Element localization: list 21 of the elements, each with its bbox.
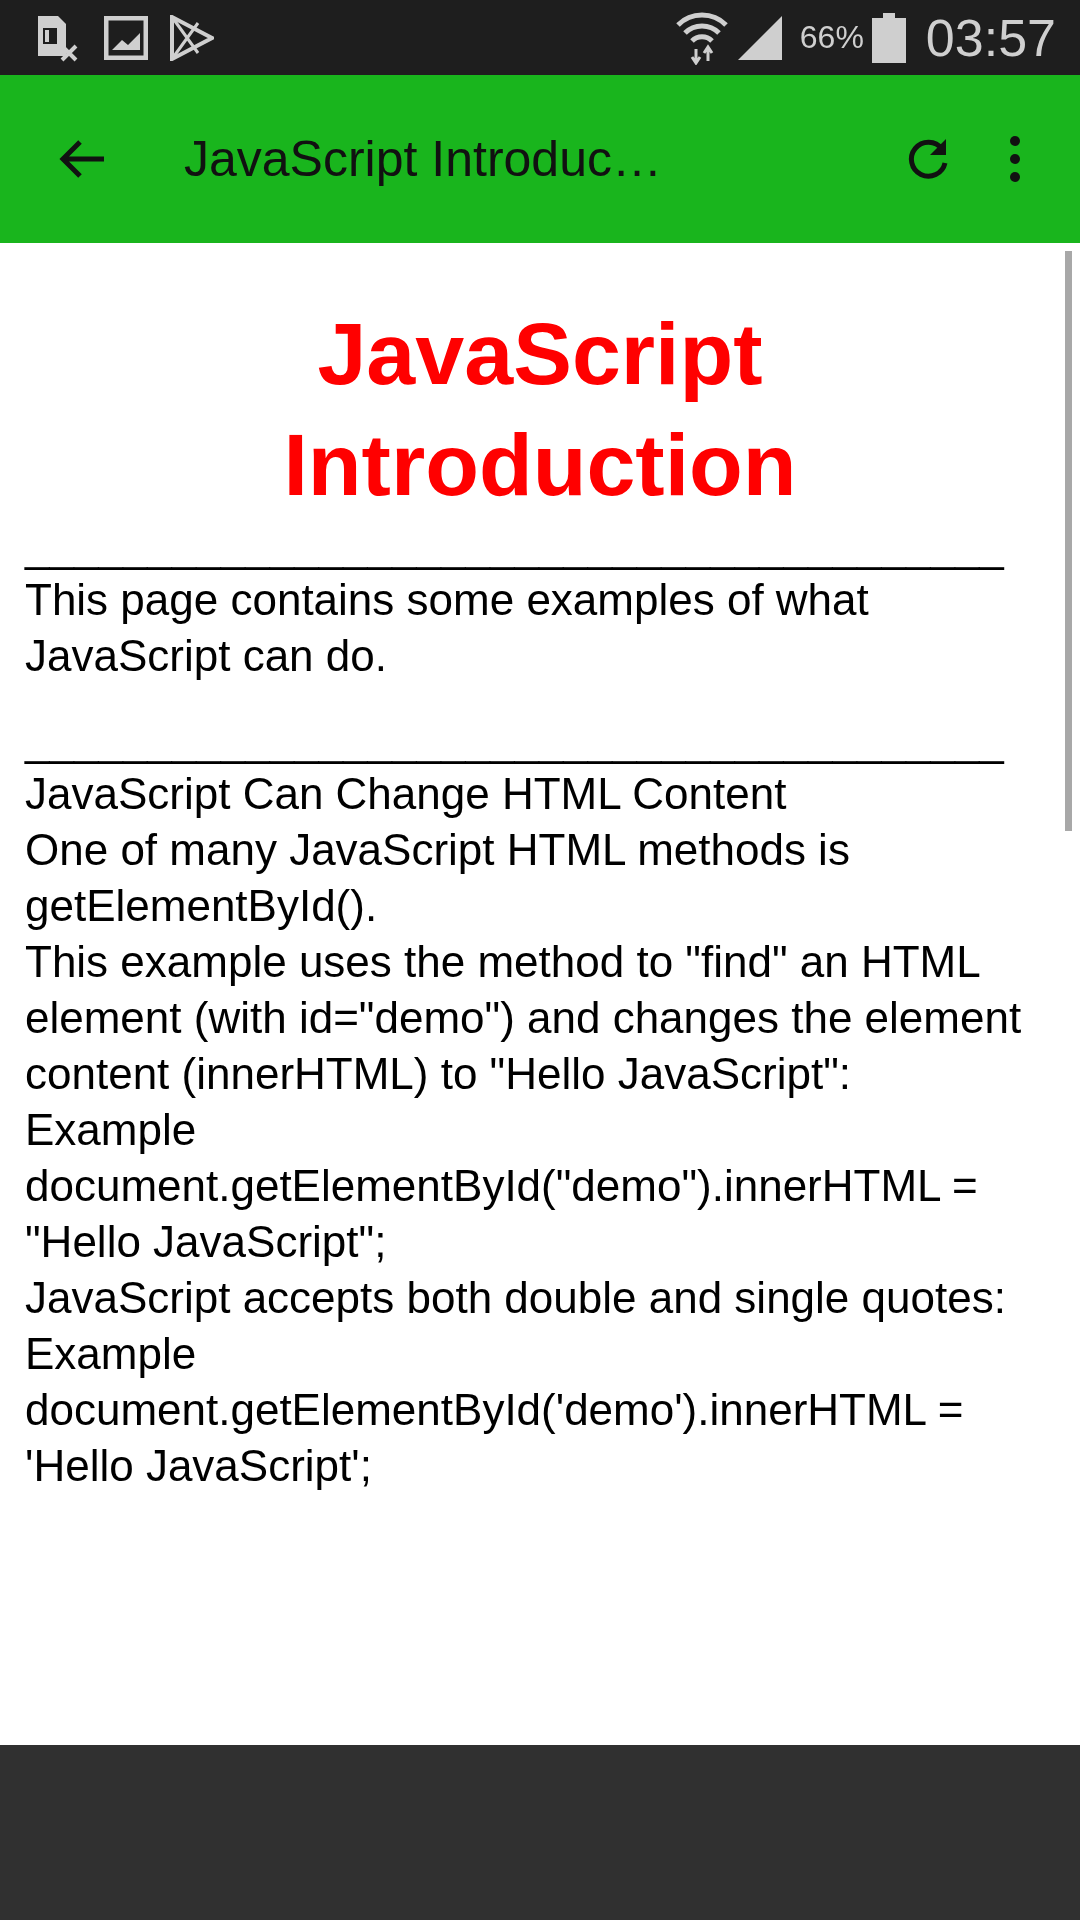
wifi-icon [675, 10, 728, 65]
paragraph: JavaScript Can Change HTML Content [25, 768, 788, 820]
paragraph: One of many JavaScript HTML methods is getElementById(). [25, 824, 851, 932]
paragraph: This page contains some examples of what JavaScript can do. [25, 574, 870, 682]
paragraph: Example [25, 1104, 198, 1156]
page-heading: JavaScript Introduction [282, 303, 798, 516]
image-icon [104, 15, 148, 60]
play-store-icon [170, 14, 214, 61]
more-vertical-icon [1008, 135, 1022, 183]
paragraph: Example [25, 1328, 198, 1380]
paragraph: JavaScript accepts both double and single quotes: [25, 1272, 1007, 1324]
battery-percent: 66% [799, 19, 864, 56]
paragraph: This example uses the method to "find" an HTML element (with id="demo") and changes the element content (innerHTML) to "Hello JavaScript": [25, 936, 1023, 1100]
clock: 03:57 [925, 7, 1056, 68]
back-arrow-icon [58, 139, 106, 179]
underscore-rule: ________________________________________ [25, 714, 1004, 766]
underscore-rule: ________________________________________ [25, 520, 1004, 572]
battery-icon [871, 12, 906, 63]
paragraph: document.getElementById('demo').innerHTML = 'Hello JavaScript'; [25, 1384, 965, 1492]
paragraph: document.getElementById("demo").innerHTML = "Hello JavaScript"; [25, 1160, 979, 1268]
app-bar-title: JavaScript Introduc… [184, 130, 663, 188]
